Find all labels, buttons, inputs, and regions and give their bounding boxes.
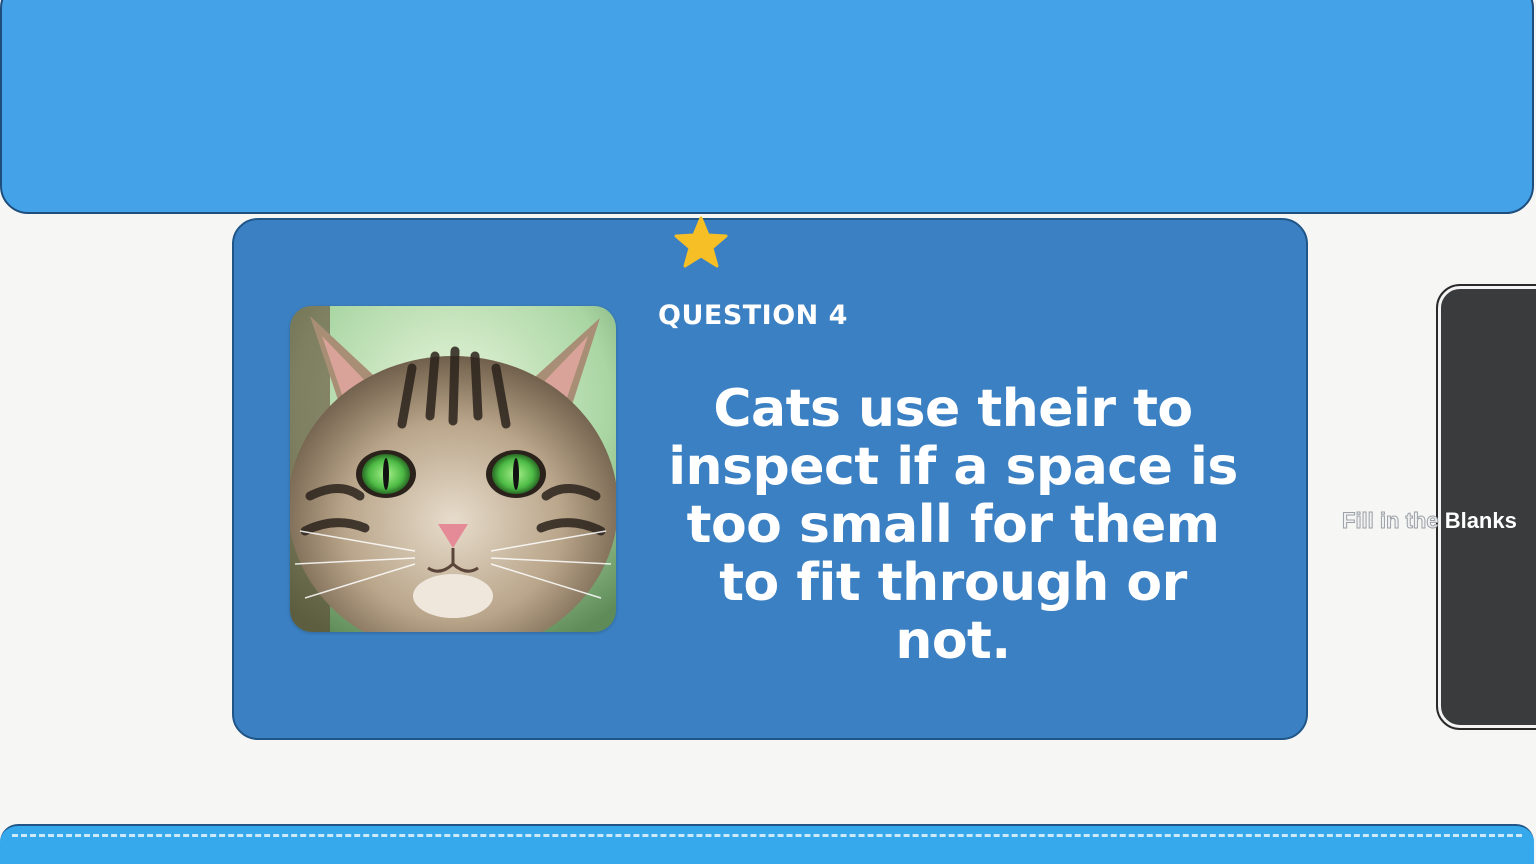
side-panel-label-faded: Fill in the	[1342, 508, 1440, 534]
cat-illustration	[290, 306, 616, 632]
side-panel-label: Fill in the Blanks	[1342, 508, 1517, 534]
question-text: Cats use their to inspect if a space is …	[668, 379, 1238, 671]
star-icon	[674, 216, 728, 268]
question-number: QUESTION 4	[658, 300, 848, 331]
side-panel-label-main: Blanks	[1444, 508, 1517, 533]
top-banner	[0, 0, 1534, 214]
next-card-panel[interactable]	[1436, 284, 1536, 730]
quiz-stage: QUESTION 4 Cats use their to inspect if …	[0, 0, 1536, 864]
bottom-dashed-line	[12, 834, 1522, 837]
bottom-bar	[0, 824, 1534, 864]
question-image	[290, 306, 616, 632]
